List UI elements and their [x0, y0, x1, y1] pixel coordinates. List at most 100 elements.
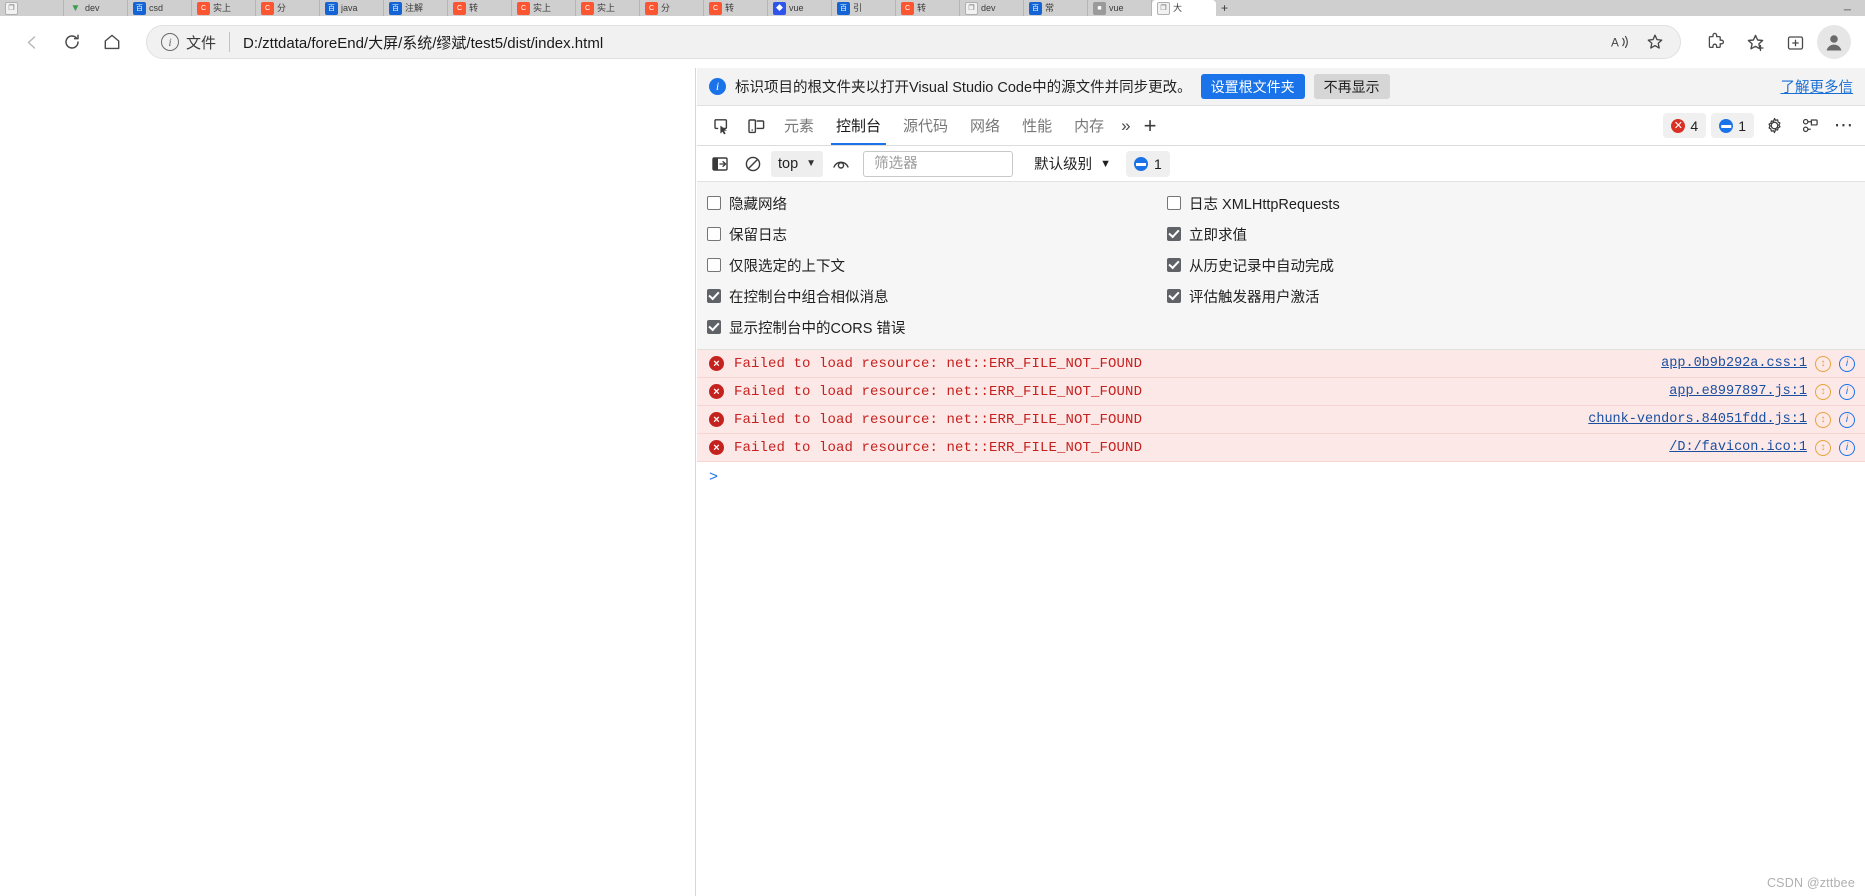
checkbox-unchecked-icon[interactable] — [707, 227, 721, 241]
checkbox-checked-icon[interactable] — [1167, 227, 1181, 241]
checkbox-unchecked-icon[interactable] — [1167, 196, 1181, 210]
address-url-text[interactable]: D:/zttdata/foreEnd/大屏/系统/缪斌/test5/dist/i… — [243, 32, 1606, 53]
browser-tab[interactable]: C转 — [448, 0, 512, 16]
favorites-button[interactable] — [1737, 24, 1773, 60]
browser-tab[interactable]: C 实上 — [512, 0, 576, 16]
devtools-tab-控制台[interactable]: 控制台 — [825, 106, 892, 145]
browser-tab[interactable]: ❐ 大 — [1152, 0, 1216, 16]
console-filter-field[interactable] — [863, 150, 1014, 177]
browser-tab[interactable]: ❐ — [0, 0, 64, 16]
console-setting-row[interactable]: 日志 XMLHttpRequests — [1167, 192, 1340, 214]
browser-tab[interactable]: C转 — [896, 0, 960, 16]
browser-tab[interactable]: 百注解 — [384, 0, 448, 16]
inspect-element-icon[interactable] — [705, 110, 739, 142]
site-info-icon[interactable]: i — [161, 33, 179, 51]
console-message-source-link[interactable]: app.e8997897.js:1 — [1669, 384, 1807, 399]
more-options-icon[interactable]: ⋯ — [1829, 111, 1859, 141]
download-icon: ▼ — [70, 2, 81, 14]
collections-button[interactable] — [1777, 24, 1813, 60]
info-icon[interactable]: i — [1839, 383, 1855, 400]
device-toolbar-icon[interactable] — [739, 110, 773, 142]
gray-icon: ■ — [1093, 1, 1106, 15]
devtools-tab-网络[interactable]: 网络 — [959, 106, 1011, 145]
devtools-tab-bar-actions: ✕ 4 ▬ 1 ⋯ — [1663, 111, 1859, 141]
browser-tab[interactable]: ▼ dev — [64, 0, 128, 16]
browser-tab[interactable]: C 实上 — [576, 0, 640, 16]
devtools-tab-性能[interactable]: 性能 — [1011, 106, 1063, 145]
extensions-button[interactable] — [1697, 24, 1733, 60]
live-expression-icon[interactable] — [826, 150, 856, 178]
info-icon[interactable]: i — [1839, 355, 1855, 372]
new-tab-button[interactable]: + — [1216, 0, 1244, 16]
checkbox-unchecked-icon[interactable] — [707, 196, 721, 210]
console-setting-row[interactable]: 在控制台中组合相似消息 — [707, 285, 1167, 307]
log-level-select[interactable]: 默认级别 ▼ — [1028, 151, 1117, 177]
profile-avatar[interactable] — [1817, 25, 1851, 59]
search-input[interactable] — [872, 154, 1005, 173]
console-message-row[interactable]: × Failed to load resource: net::ERR_FILE_… — [697, 406, 1865, 434]
browser-tab[interactable]: 百常 — [1024, 0, 1088, 16]
devtools-tab-内存[interactable]: 内存 — [1063, 106, 1115, 145]
console-sidebar-toggle-icon[interactable] — [705, 150, 735, 178]
devtools-tab-元素[interactable]: 元素 — [773, 106, 825, 145]
error-count-badge[interactable]: ✕ 4 — [1663, 113, 1707, 138]
devtools-tab-源代码[interactable]: 源代码 — [892, 106, 959, 145]
dont-show-again-button[interactable]: 不再显示 — [1313, 74, 1390, 99]
execution-context-select[interactable]: top ▼ — [771, 150, 824, 177]
console-setting-row[interactable]: 立即求值 — [1167, 223, 1340, 245]
console-message-text: Failed to load resource: net::ERR_FILE_N… — [734, 355, 1143, 372]
browser-tab[interactable]: C 实上 — [192, 0, 256, 16]
message-count-badge[interactable]: ▬ 1 — [1711, 113, 1754, 138]
browser-tab[interactable]: C分 — [640, 0, 704, 16]
browser-tab[interactable]: C分 — [256, 0, 320, 16]
home-button[interactable] — [94, 24, 130, 60]
console-setting-row[interactable]: 仅限选定的上下文 — [707, 254, 1167, 276]
add-panel-button[interactable]: + — [1131, 113, 1170, 139]
network-issue-icon[interactable]: ↕ — [1815, 355, 1831, 372]
checkbox-checked-icon[interactable] — [1167, 258, 1181, 272]
info-icon[interactable]: i — [1839, 411, 1855, 428]
learn-more-link[interactable]: 了解更多信 — [1781, 76, 1854, 97]
console-setting-row[interactable]: 从历史记录中自动完成 — [1167, 254, 1340, 276]
console-message-row[interactable]: × Failed to load resource: net::ERR_FILE_… — [697, 350, 1865, 378]
browser-tab-title: 常 — [1045, 2, 1055, 13]
console-setting-row[interactable]: 保留日志 — [707, 223, 1167, 245]
network-issue-icon[interactable]: ↕ — [1815, 411, 1831, 428]
console-message-actions: chunk-vendors.84051fdd.js:1 ↕ i — [1588, 411, 1855, 428]
console-prompt-row[interactable]: > — [697, 462, 1865, 492]
checkbox-checked-icon[interactable] — [1167, 289, 1181, 303]
checkbox-unchecked-icon[interactable] — [707, 258, 721, 272]
gear-icon[interactable] — [1759, 111, 1789, 141]
console-setting-row[interactable]: 评估触发器用户激活 — [1167, 285, 1340, 307]
more-panels-icon[interactable]: » — [1121, 116, 1130, 136]
dock-side-icon[interactable] — [1794, 111, 1824, 141]
console-setting-row[interactable]: 隐藏网络 — [707, 192, 1167, 214]
read-aloud-icon[interactable]: A — [1606, 27, 1636, 57]
browser-tab[interactable]: ❐ dev — [960, 0, 1024, 16]
browser-tab[interactable]: C转 — [704, 0, 768, 16]
console-setting-row[interactable]: 显示控制台中的CORS 错误 — [707, 316, 1167, 338]
console-message-source-link[interactable]: app.0b9b292a.css:1 — [1661, 356, 1807, 371]
add-favorite-icon[interactable] — [1640, 27, 1670, 57]
console-message-row[interactable]: × Failed to load resource: net::ERR_FILE_… — [697, 434, 1865, 462]
checkbox-checked-icon[interactable] — [707, 320, 721, 334]
browser-tab[interactable]: ■ vue — [1088, 0, 1152, 16]
console-message-source-link[interactable]: chunk-vendors.84051fdd.js:1 — [1588, 412, 1807, 427]
back-button[interactable] — [14, 24, 50, 60]
set-root-folder-button[interactable]: 设置根文件夹 — [1200, 74, 1305, 99]
console-message-source-link[interactable]: /D:/favicon.ico:1 — [1669, 440, 1807, 455]
reload-button[interactable] — [54, 24, 90, 60]
info-icon[interactable]: i — [1839, 439, 1855, 456]
console-message-row[interactable]: × Failed to load resource: net::ERR_FILE_… — [697, 378, 1865, 406]
browser-tab[interactable]: ◆ vue — [768, 0, 832, 16]
checkbox-checked-icon[interactable] — [707, 289, 721, 303]
minimize-button[interactable]: ─ — [1844, 5, 1865, 16]
network-issue-icon[interactable]: ↕ — [1815, 383, 1831, 400]
browser-tab[interactable]: 百 java — [320, 0, 384, 16]
console-message-badge[interactable]: ▬ 1 — [1125, 150, 1170, 177]
network-issue-icon[interactable]: ↕ — [1815, 439, 1831, 456]
browser-tab[interactable]: 百 csd — [128, 0, 192, 16]
browser-tab[interactable]: 百引 — [832, 0, 896, 16]
clear-console-icon[interactable] — [738, 150, 768, 178]
address-bar[interactable]: i 文件 D:/zttdata/foreEnd/大屏/系统/缪斌/test5/d… — [146, 25, 1681, 59]
